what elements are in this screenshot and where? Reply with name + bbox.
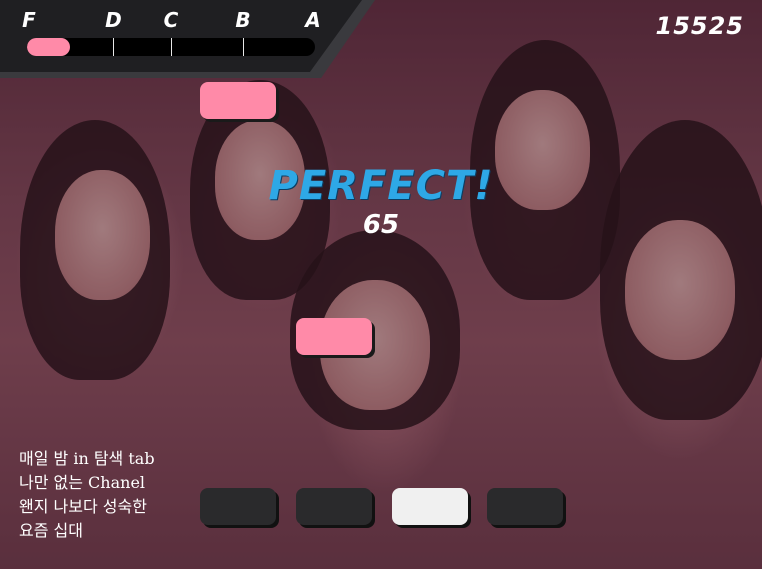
lane-key-1[interactable] bbox=[200, 488, 276, 525]
lyric-line: 왠지 나보다 성숙한 bbox=[19, 497, 147, 516]
lyrics-box: 매일 밤 in 탐색 tab 나만 없는 Chanel 왠지 나보다 성숙한 요… bbox=[19, 447, 155, 543]
grade-letter-c: C bbox=[163, 8, 179, 32]
lane-key-4[interactable] bbox=[487, 488, 563, 525]
lyric-line: 요즘 십대 bbox=[19, 521, 83, 540]
falling-note bbox=[200, 82, 276, 119]
grade-progress-bar bbox=[27, 38, 315, 56]
lane-key-2[interactable] bbox=[296, 488, 372, 525]
grade-tick bbox=[171, 38, 172, 56]
judgement-text: PERFECT! bbox=[268, 163, 494, 209]
grade-letter-b: B bbox=[235, 8, 251, 32]
lane-key-3[interactable] bbox=[392, 488, 468, 525]
grade-tick bbox=[243, 38, 244, 56]
grade-tick bbox=[113, 38, 115, 56]
lyric-line: 매일 밤 in 탐색 tab bbox=[19, 449, 155, 468]
grade-letter-f: F bbox=[22, 8, 36, 32]
score-display: 15525 bbox=[655, 12, 744, 40]
grade-letter-a: A bbox=[305, 8, 321, 32]
falling-note bbox=[296, 318, 372, 355]
combo-counter: 65 bbox=[362, 210, 400, 240]
lyric-line: 나만 없는 Chanel bbox=[19, 473, 146, 492]
progress-fill bbox=[27, 38, 71, 56]
grade-letter-d: D bbox=[105, 8, 122, 32]
game-stage: F D C B A 15525 PERFECT! 65 매일 밤 in 탐색 tab 나… bbox=[0, 0, 762, 569]
